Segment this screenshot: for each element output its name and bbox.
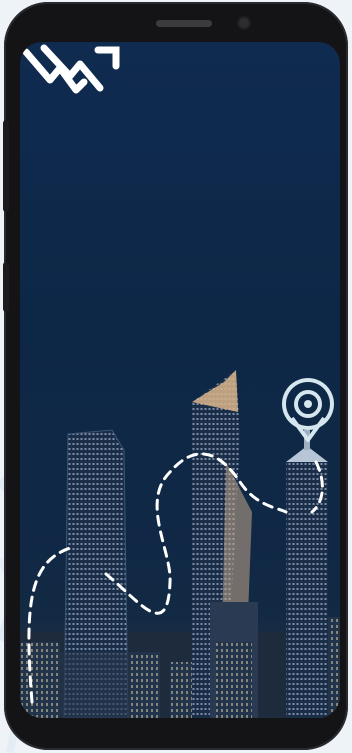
splash-screen bbox=[20, 42, 340, 718]
volume-button bbox=[3, 120, 9, 212]
speaker-grille bbox=[156, 20, 212, 27]
city-skyline bbox=[20, 370, 340, 718]
phone-frame bbox=[3, 2, 348, 750]
power-button bbox=[3, 262, 9, 312]
front-camera bbox=[239, 18, 249, 28]
brand-logo-icon bbox=[22, 44, 120, 94]
